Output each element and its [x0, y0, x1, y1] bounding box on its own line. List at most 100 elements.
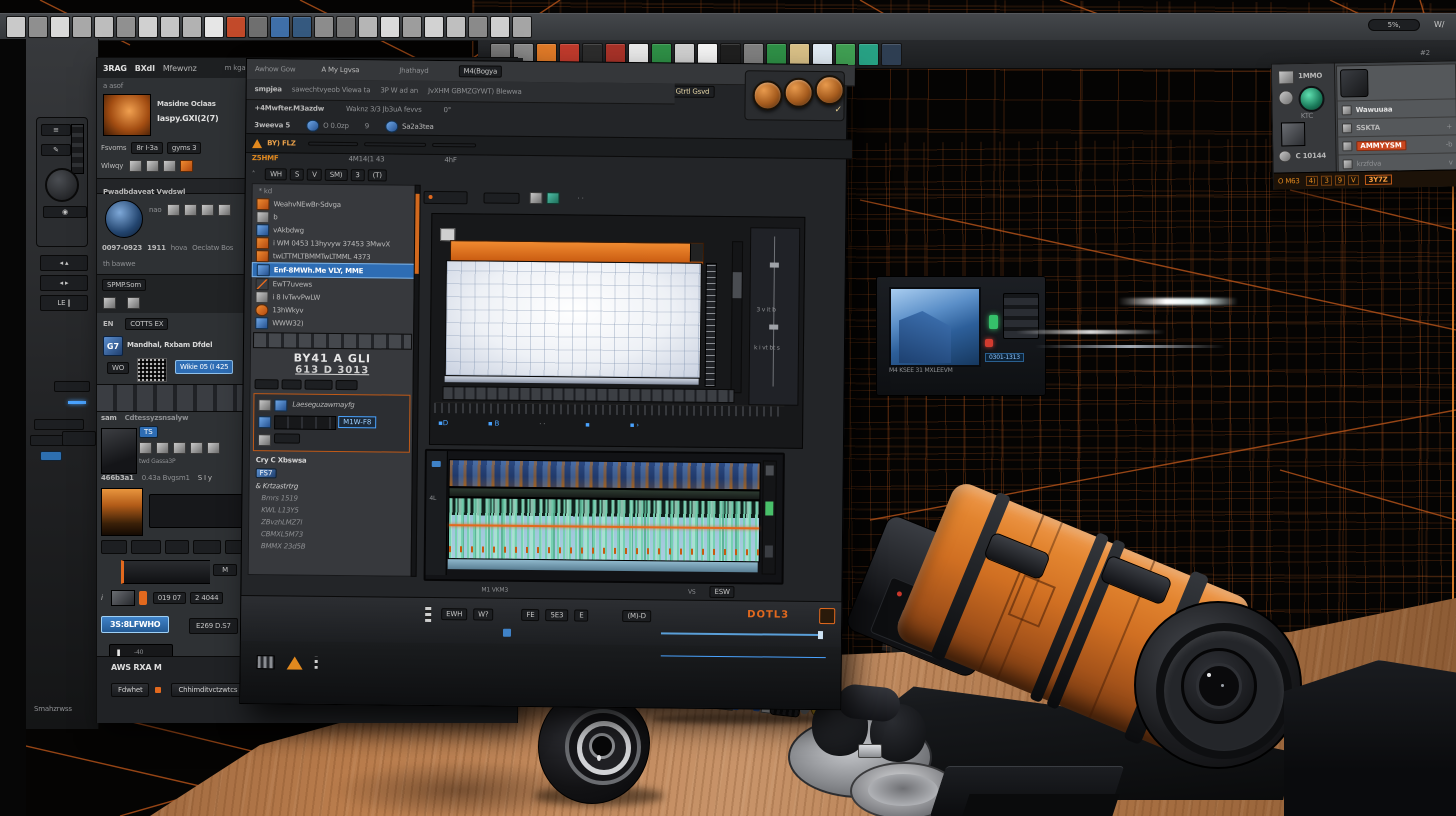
swap-icon[interactable] [173, 442, 186, 454]
transport-chip[interactable]: W? [473, 608, 493, 620]
row-end-glyph[interactable]: + [1446, 122, 1452, 130]
tool-icon[interactable] [163, 160, 176, 172]
lambda-icon[interactable] [156, 442, 169, 454]
chip-019[interactable]: 019 07 [153, 592, 186, 604]
tool-icon[interactable] [129, 160, 142, 172]
strip-pad-button[interactable]: ◂ ▴ [40, 255, 88, 271]
menu-item[interactable]: 3P W ad an [380, 86, 418, 94]
grid-icon-red[interactable] [226, 16, 246, 38]
canvas-grid-surface[interactable] [445, 260, 702, 379]
mini-tool[interactable] [282, 379, 302, 389]
canvas-tool-dark[interactable] [423, 190, 467, 203]
menu-item[interactable]: JvXHM GBMZGYWT) Blewwa [428, 87, 522, 96]
tree-tool[interactable]: (T) [368, 169, 387, 181]
city-thumbnail[interactable] [101, 488, 143, 536]
mini-tool[interactable] [336, 380, 358, 390]
mark[interactable]: · · [539, 420, 545, 428]
cluster-button[interactable]: ✎ [41, 144, 71, 156]
insp-icon[interactable] [258, 434, 271, 446]
row-end-glyph[interactable]: v [1449, 158, 1453, 166]
grid-icon[interactable] [190, 442, 203, 454]
tool-button[interactable] [193, 540, 221, 554]
toolbar-icon[interactable] [881, 43, 902, 66]
file-row-selected[interactable]: Enf-8MWh.Me VLY, MME [252, 262, 415, 279]
preheader-item[interactable]: Awhow Gow [255, 65, 296, 73]
stack-icon[interactable] [218, 204, 231, 216]
sphere-icon[interactable] [248, 16, 268, 38]
preheader-item[interactable]: A My Lgvsa [321, 66, 359, 74]
strip-lower-chip[interactable] [54, 381, 90, 392]
toolbar-icon[interactable] [94, 16, 114, 38]
menu-item[interactable]: smpjea [255, 85, 282, 93]
gold-chip[interactable]: Gtrtl Gsvd [671, 85, 715, 97]
texture-icon-blue[interactable] [270, 16, 290, 38]
wide-dark-button[interactable] [121, 560, 210, 584]
tool-button[interactable] [101, 540, 127, 554]
tool-button[interactable] [165, 540, 189, 554]
toolbar-icon[interactable] [72, 16, 92, 38]
row-end-glyph[interactable]: -b [1446, 140, 1453, 148]
canvas-v-thumb[interactable] [733, 272, 742, 298]
toolbar-icon[interactable] [336, 16, 356, 38]
canvas-tool-icon[interactable] [529, 192, 542, 204]
send-icon[interactable] [204, 16, 224, 38]
canvas-tool-icon[interactable] [546, 192, 559, 204]
footer-button[interactable]: Chhimditvctzwtcs [171, 683, 244, 697]
waveform-display[interactable] [448, 497, 761, 562]
wave-right-slider[interactable] [762, 460, 777, 574]
transport-chip[interactable]: EWH [441, 608, 467, 620]
wave-slider-seg[interactable] [765, 545, 773, 557]
bottom-cell[interactable]: O M63 [1278, 177, 1300, 185]
scissors-icon[interactable] [139, 442, 152, 454]
list-row[interactable]: SSKTA + [1338, 116, 1456, 136]
toolbar-icon-green[interactable] [835, 43, 856, 66]
tool-button[interactable] [131, 540, 161, 554]
strip-lower-chip[interactable] [34, 419, 84, 430]
grey-slab-icon[interactable] [1281, 122, 1305, 146]
card-icon[interactable] [184, 204, 197, 216]
tab-3[interactable]: Mfewvnz [163, 64, 197, 73]
header-tab-chip[interactable] [432, 143, 476, 147]
toolbar-icon[interactable] [138, 16, 158, 38]
toolbar-icon[interactable] [314, 16, 334, 38]
tab-1[interactable]: 3RAG [103, 64, 127, 73]
strip-lower-chip[interactable] [62, 431, 96, 446]
list-row-highlighted[interactable]: AMMYYSM -b [1338, 134, 1456, 154]
tool-icon[interactable] [146, 160, 159, 172]
toolbar-icon-teal[interactable] [858, 43, 879, 66]
check-icon[interactable]: ✓ [834, 105, 842, 113]
wave-slider-seg[interactable] [766, 465, 774, 475]
blue-action-button[interactable]: 3S:8LFWHO [101, 616, 169, 633]
toolbar3-item[interactable]: 3weeva 5 [254, 121, 290, 129]
toolbar-icon[interactable] [424, 16, 444, 38]
bottom-cell[interactable]: V [1348, 175, 1359, 185]
header-tab-chip[interactable] [308, 142, 358, 147]
cotts-chip[interactable]: COTTS EX [125, 318, 168, 330]
mini-tool[interactable] [305, 380, 333, 390]
timeline-handle[interactable] [818, 631, 823, 639]
preheader-dropdown[interactable]: M4(Bogya [458, 65, 502, 77]
dark-action-button[interactable]: E269 D.S7 [189, 618, 238, 634]
toolbar-icon[interactable] [512, 16, 532, 38]
insp-icon[interactable] [258, 399, 271, 411]
toolbar3-item[interactable]: Sa2a3tea [402, 123, 434, 131]
toolbar-icon[interactable] [468, 16, 488, 38]
cluster-button[interactable]: ≡ [41, 124, 71, 136]
material-sphere-thumb[interactable] [105, 200, 143, 238]
toolbar-icon[interactable] [380, 16, 400, 38]
strip-lower-chip[interactable] [30, 435, 66, 446]
transport-chip[interactable]: (M)-D [622, 610, 651, 622]
chip-4044[interactable]: 2 4044 [190, 592, 223, 604]
orange-bar-endcap[interactable] [690, 244, 703, 262]
tree2-item[interactable]: BMMX 23d5B [249, 540, 412, 554]
bottom-cell[interactable]: 3 [1321, 176, 1331, 186]
transport-chip[interactable]: E [574, 609, 588, 621]
bottom-cell[interactable]: 9 [1335, 175, 1345, 185]
status-right-2[interactable]: ESW [709, 586, 734, 598]
transport-chip[interactable]: 5E3 [545, 609, 568, 621]
bottom-cell[interactable]: 3Y7Z [1364, 175, 1391, 185]
insp-field[interactable]: M1W-F8 [338, 416, 376, 428]
insp-chip[interactable] [274, 433, 300, 443]
spmp-chip[interactable]: SPMP.Som [102, 279, 146, 291]
timeline-slider[interactable] [661, 632, 821, 636]
